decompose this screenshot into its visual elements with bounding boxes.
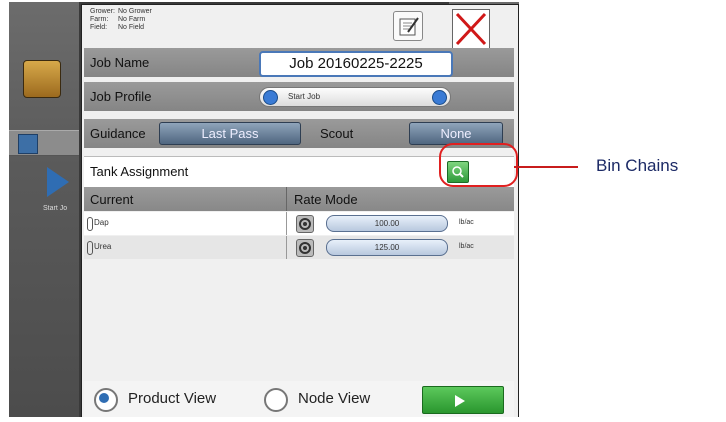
product-name: Dap <box>94 218 109 227</box>
table-row[interactable]: Urea 125.00 lb/ac <box>84 236 514 259</box>
edit-button[interactable] <box>393 11 423 41</box>
app-screen: Start Jo Grower: No Grower Farm: No Farm F… <box>9 2 519 417</box>
filter-icon <box>18 134 38 154</box>
rate-input[interactable]: 125.00 <box>326 239 448 256</box>
start-job-label: Start Jo <box>43 205 68 212</box>
play-icon <box>47 167 69 197</box>
target-icon <box>299 242 311 254</box>
job-profile-row: Job Profile Start Job <box>84 82 514 111</box>
product-view-label[interactable]: Product View <box>128 390 216 407</box>
table-row[interactable]: Dap 100.00 lb/ac <box>84 212 514 235</box>
rate-mode-button[interactable] <box>296 239 314 257</box>
target-icon <box>299 218 311 230</box>
job-profile-label: Job Profile <box>90 89 152 104</box>
scout-label: Scout <box>320 126 354 141</box>
product-table-header: Current Rate Mode <box>84 187 514 211</box>
close-button[interactable] <box>452 9 490 49</box>
callout-label: Bin Chains <box>596 156 679 175</box>
rate-unit: lb/ac <box>459 219 474 226</box>
previous-option-icon[interactable] <box>263 90 278 105</box>
start-job-button[interactable] <box>422 386 504 414</box>
view-selector-bar: Product View Node View <box>84 381 514 417</box>
node-view-label[interactable]: Node View <box>298 390 370 407</box>
product-view-radio[interactable] <box>94 388 118 412</box>
column-divider <box>286 212 287 235</box>
current-column-header: Current <box>90 192 134 207</box>
background-field-icon <box>23 60 61 98</box>
job-name-label: Job Name <box>90 55 150 70</box>
scout-button[interactable]: None <box>409 122 503 145</box>
job-info: Grower: No Grower Farm: No Farm Field: No F… <box>90 8 152 32</box>
tank-assignment-label: Tank Assignment <box>90 164 189 179</box>
farm-value: No Farm <box>118 16 146 23</box>
job-profile-value: Start Job <box>288 92 321 101</box>
field-label: Field: <box>90 24 108 31</box>
guidance-button[interactable]: Last Pass <box>159 122 301 145</box>
edit-icon <box>399 17 419 36</box>
rate-unit: lb/ac <box>459 243 474 250</box>
grower-label: Grower: <box>90 8 115 15</box>
rate-mode-column-header: Rate Mode <box>294 192 358 207</box>
callout-highlight <box>439 143 518 187</box>
grower-value: No Grower <box>118 8 152 15</box>
node-view-radio[interactable] <box>264 388 288 412</box>
close-icon <box>455 12 487 46</box>
job-dialog: Grower: No Grower Farm: No Farm Field: No F… <box>81 4 519 417</box>
product-name: Urea <box>94 242 112 251</box>
guidance-label: Guidance <box>90 126 146 141</box>
job-name-input[interactable]: Job 20160225-2225 <box>259 51 453 77</box>
rate-mode-button[interactable] <box>296 215 314 233</box>
field-value: No Field <box>118 24 145 31</box>
rate-input[interactable]: 100.00 <box>326 215 448 232</box>
callout-leader-line <box>514 166 578 168</box>
farm-label: Farm: <box>90 16 109 23</box>
column-divider <box>286 187 287 211</box>
product-icon <box>87 217 93 231</box>
column-divider <box>286 236 287 259</box>
job-name-row: Job Name Job 20160225-2225 <box>84 48 514 77</box>
next-option-icon[interactable] <box>432 90 447 105</box>
product-icon <box>87 241 93 255</box>
job-profile-select[interactable]: Start Job <box>259 87 451 107</box>
